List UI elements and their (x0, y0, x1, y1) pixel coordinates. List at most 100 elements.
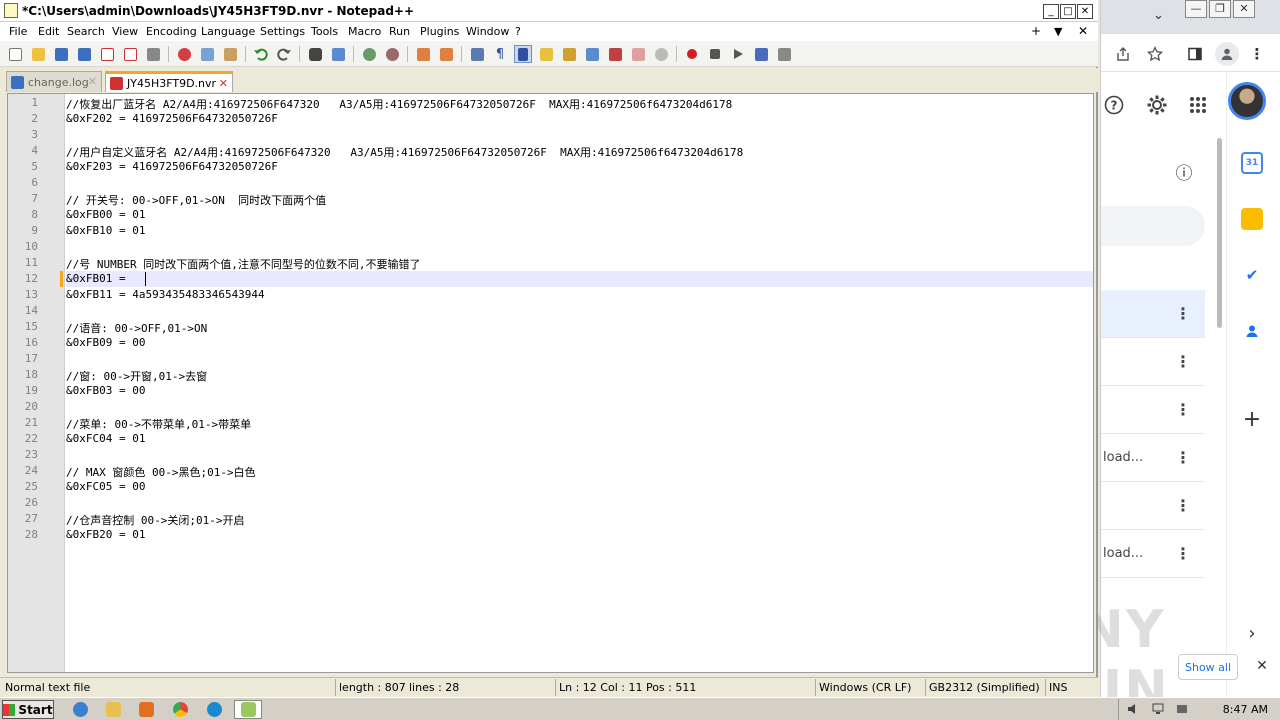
line-number[interactable]: 18 (8, 368, 38, 381)
close-document-icon[interactable]: ✕ (1078, 24, 1088, 38)
code-line[interactable]: //用户自定义蓝牙名 A2/A4用:416972506F647320 A3/A5… (66, 144, 743, 160)
tasks-icon[interactable]: ✔ (1241, 264, 1263, 286)
menu-edit[interactable]: Edit (38, 25, 59, 38)
open-file-icon[interactable] (29, 45, 47, 63)
menu-search[interactable]: Search (67, 25, 105, 38)
menu-language[interactable]: Language (201, 25, 255, 38)
tab-close-icon[interactable]: ✕ (88, 75, 97, 88)
line-number[interactable]: 7 (8, 192, 38, 205)
notepadpp-app-icon[interactable] (4, 3, 18, 18)
help-icon[interactable]: ? (1103, 94, 1125, 116)
minimize-button[interactable]: _ (1043, 4, 1059, 19)
zoom-out-icon[interactable] (383, 45, 401, 63)
more-options-icon[interactable]: ⋮ (1175, 544, 1191, 563)
expand-panel-icon[interactable]: › (1241, 622, 1263, 644)
line-number[interactable]: 4 (8, 144, 38, 157)
scrollbar-thumb[interactable] (1217, 138, 1222, 328)
code-line[interactable]: &0xFB03 = 00 (66, 384, 145, 397)
save-macro-icon[interactable] (775, 45, 793, 63)
menu-encoding[interactable]: Encoding (146, 25, 197, 38)
line-number[interactable]: 15 (8, 320, 38, 333)
code-line[interactable]: //语音: 00->OFF,01->ON (66, 320, 207, 336)
word-wrap-icon[interactable] (468, 45, 486, 63)
menu-file[interactable]: File (9, 25, 27, 38)
side-panel-icon[interactable] (1185, 44, 1205, 64)
doc-list-icon[interactable] (583, 45, 601, 63)
tab-jy45h3ft9d[interactable]: JY45H3FT9D.nvr ✕ (105, 71, 233, 92)
menu-run[interactable]: Run (389, 25, 410, 38)
show-all-characters-icon[interactable]: ¶ (491, 45, 509, 63)
menu-window[interactable]: Window (466, 25, 509, 38)
line-number[interactable]: 26 (8, 496, 38, 509)
internet-explorer-icon[interactable] (70, 700, 90, 719)
stop-macro-icon[interactable] (706, 45, 724, 63)
file-explorer-icon[interactable] (103, 700, 123, 719)
list-item[interactable] (1101, 578, 1205, 600)
line-number[interactable]: 14 (8, 304, 38, 317)
add-app-icon[interactable]: + (1241, 407, 1263, 432)
menu-view[interactable]: View (112, 25, 138, 38)
copy-icon[interactable] (198, 45, 216, 63)
menu-macro[interactable]: Macro (348, 25, 381, 38)
calendar-icon[interactable]: 31 (1241, 152, 1263, 174)
undo-icon[interactable] (252, 45, 270, 63)
line-number[interactable]: 5 (8, 160, 38, 173)
record-macro-icon[interactable] (683, 45, 701, 63)
line-number[interactable]: 22 (8, 432, 38, 445)
new-tab-plus-icon[interactable]: + (1031, 24, 1041, 38)
more-options-icon[interactable]: ⋮ (1175, 304, 1191, 323)
more-options-icon[interactable]: ⋮ (1175, 352, 1191, 371)
line-number[interactable]: 16 (8, 336, 38, 349)
status-insert-mode[interactable]: INS (1049, 681, 1067, 694)
line-number[interactable]: 8 (8, 208, 38, 221)
code-line[interactable]: &0xFB11 = 4a593435483346543944 (66, 288, 265, 301)
title-bar[interactable]: *C:\Users\admin\Downloads\JY45H3FT9D.nvr… (0, 0, 1098, 22)
tab-list-dropdown-icon[interactable]: ▼ (1054, 25, 1062, 38)
line-number[interactable]: 24 (8, 464, 38, 477)
print-icon[interactable] (144, 45, 162, 63)
redo-icon[interactable] (275, 45, 293, 63)
list-item[interactable]: load... ⋮ (1101, 434, 1205, 482)
more-options-icon[interactable]: ⋮ (1175, 496, 1191, 515)
close-file-icon[interactable] (98, 45, 116, 63)
menu-help[interactable]: ? (515, 25, 521, 38)
line-number[interactable]: 6 (8, 176, 38, 189)
udl-icon[interactable] (537, 45, 555, 63)
status-encoding[interactable]: GB2312 (Simplified) (929, 681, 1040, 694)
line-number[interactable]: 11 (8, 256, 38, 269)
zoom-in-icon[interactable] (360, 45, 378, 63)
menu-settings[interactable]: Settings (260, 25, 305, 38)
line-number[interactable]: 3 (8, 128, 38, 141)
search-box[interactable] (1101, 206, 1205, 246)
cut-icon[interactable] (175, 45, 193, 63)
volume-icon[interactable] (1127, 702, 1141, 716)
code-line[interactable]: //仓声音控制 00->关闭;01->开启 (66, 512, 244, 528)
line-number[interactable]: 25 (8, 480, 38, 493)
clock[interactable]: 8:47 AM (1223, 703, 1268, 716)
code-line[interactable]: &0xFB00 = 01 (66, 208, 145, 221)
code-line[interactable]: //菜单: 00->不带菜单,01->带菜单 (66, 416, 251, 432)
code-line[interactable]: // MAX 窗颜色 00->黑色;01->白色 (66, 464, 256, 480)
bookmark-star-icon[interactable] (1145, 44, 1165, 64)
line-number[interactable]: 23 (8, 448, 38, 461)
editor-area[interactable]: 1 2 3 4 5 6 7 8 9 10 11 12 13 14 15 16 17 18 19 20 21 22 23 24 2… (7, 93, 1094, 673)
close-button[interactable]: ✕ (1077, 4, 1093, 19)
code-line[interactable]: &0xF203 = 416972506F64732050726F (66, 160, 278, 173)
tab-change-log[interactable]: change.log ✕ (6, 71, 102, 92)
line-number[interactable]: 10 (8, 240, 38, 253)
more-options-icon[interactable]: ⋮ (1175, 400, 1191, 419)
line-number[interactable]: 17 (8, 352, 38, 365)
tab-search-chevron-icon[interactable]: ⌄ (1153, 8, 1164, 23)
line-number[interactable]: 27 (8, 512, 38, 525)
save-icon[interactable] (52, 45, 70, 63)
indent-guide-icon[interactable] (514, 45, 532, 63)
keep-icon[interactable] (1241, 208, 1263, 230)
status-eol[interactable]: Windows (CR LF) (819, 681, 911, 694)
list-item[interactable]: ⋮ (1101, 338, 1205, 386)
monitoring-eye-icon[interactable] (652, 45, 670, 63)
edge-icon[interactable] (204, 700, 224, 719)
sync-horizontal-icon[interactable] (437, 45, 455, 63)
play-macro-icon[interactable] (729, 45, 747, 63)
code-line[interactable]: &0xFB10 = 01 (66, 224, 145, 237)
show-all-button[interactable]: Show all (1178, 654, 1238, 680)
